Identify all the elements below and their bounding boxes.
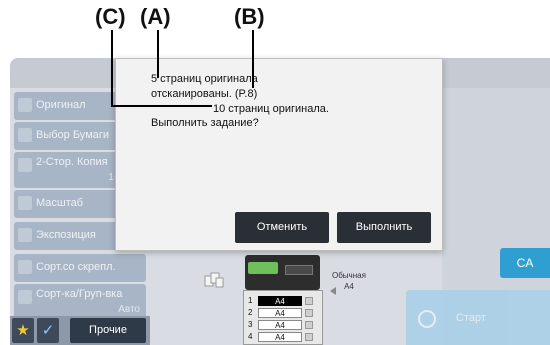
output-arrow-icon [330,287,336,295]
sort-group-label: Сорт-ка/Груп-вка [36,288,123,300]
tray-size: А4 [258,296,302,306]
original-icon [18,98,32,112]
annotation-b: (B) [234,4,265,29]
sort-staple-button[interactable]: Сорт.со скрепл. [14,254,146,282]
star-icon: ★ [16,322,30,339]
scale-icon [18,196,32,210]
duplex-icon [18,158,32,172]
document-feed-icon [204,272,224,288]
cancel-button[interactable]: Отменить [235,212,329,243]
tray-size: А4 [258,332,302,342]
dialog-line-3: 10 страниц оригинала. [213,103,329,115]
sort-group-value: Авто [118,304,140,315]
favorites-button[interactable]: ★ [12,318,34,343]
dialog-line-4: Выполнить задание? [151,117,259,129]
tray-number: 2 [248,308,253,317]
sort-staple-label: Сорт.со скрепл. [36,261,116,273]
tray-number: 1 [248,296,253,305]
tray-row-1[interactable]: 1 А4 [248,296,318,306]
tray-row-4[interactable]: 4 А4 [248,332,318,342]
leader-line-b [252,30,254,88]
annotation-c: (C) [95,4,126,29]
paper-icon [18,128,32,142]
other-button[interactable]: Прочие [70,318,146,343]
confirmation-dialog: 5 страниц оригинала отсканированы. (P.8)… [115,58,443,251]
sort-group-button[interactable]: Сорт-ка/Груп-вка Авто [14,284,146,320]
tray-handle-icon [305,333,313,341]
exposure-icon [18,228,32,242]
annotation-a: (A) [140,4,171,29]
tray-number: 4 [248,332,253,341]
original-label: Оригинал [36,99,86,111]
staple-icon [18,260,32,274]
tray-size: А4 [258,308,302,318]
tray-row-3[interactable]: 3 А4 [248,320,318,330]
paper-select-label: Выбор Бумаги [36,129,110,141]
duplex-label: 2-Стор. Копия [36,156,108,168]
start-button[interactable]: Старт [406,290,550,345]
checkmark-icon: ✓ [41,322,55,339]
bottom-bar: ★ ✓ Прочие [10,316,150,345]
tray-handle-icon [305,309,313,317]
machine-control-panel [285,265,313,275]
start-label: Старт [456,312,486,324]
scanner-lid [248,262,278,274]
leader-line-c-horizontal [111,105,212,107]
ca-button[interactable]: CA [500,248,550,278]
exposure-label: Экспозиция [36,229,96,241]
dialog-line-2: отсканированы. (P.8) [151,88,258,100]
tray-handle-icon [305,297,313,305]
tray-row-2[interactable]: 2 А4 [248,308,318,318]
check-button[interactable]: ✓ [37,318,59,343]
paper-type: Обычная [332,271,366,280]
tray-number: 3 [248,320,253,329]
leader-line-a [157,30,159,78]
leader-line-c-vertical [111,30,113,107]
start-icon [418,310,436,328]
tray-handle-icon [305,321,313,329]
execute-button[interactable]: Выполнить [337,212,431,243]
scale-label: Масштаб [36,197,84,209]
sort-icon [18,290,32,304]
tray-size: А4 [258,320,302,330]
dialog-line-1: 5 страниц оригинала [151,73,258,85]
